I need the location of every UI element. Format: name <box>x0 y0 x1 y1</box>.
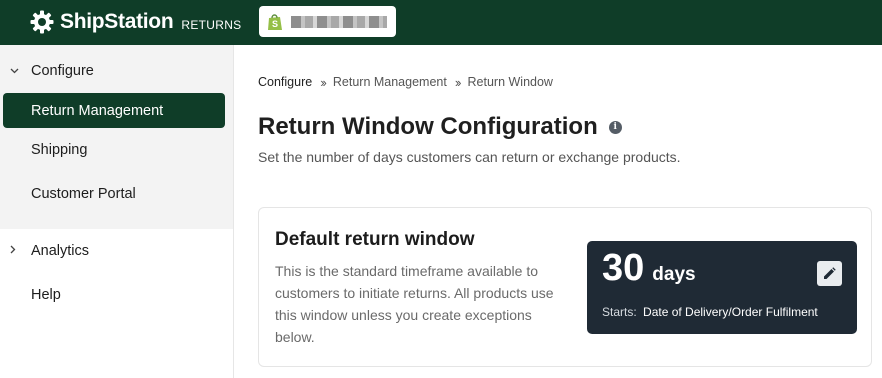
window-starts: Starts: Date of Delivery/Order Fulfilmen… <box>602 305 818 319</box>
shopify-bag-icon: S <box>268 13 282 30</box>
sidebar-item-shipping[interactable]: Shipping <box>0 128 233 172</box>
chevron-right-icon <box>10 245 22 257</box>
sidebar-item-analytics[interactable]: Analytics <box>0 229 233 273</box>
brand-subtitle: RETURNS <box>181 18 242 32</box>
svg-text:S: S <box>272 19 278 29</box>
chevron-down-icon <box>10 65 22 77</box>
store-selector[interactable]: S <box>259 6 396 37</box>
window-days: 30 days <box>602 247 696 290</box>
configure-group: Configure Return Management Shipping Cus… <box>0 45 233 229</box>
sidebar-item-help[interactable]: Help <box>0 273 233 317</box>
page-title-text: Return Window Configuration <box>258 113 598 140</box>
breadcrumb: Configure ›› Return Management ›› Return… <box>258 75 553 90</box>
breadcrumb-configure[interactable]: Configure <box>258 75 312 90</box>
window-days-value: 30 <box>602 247 645 289</box>
info-icon[interactable]: i <box>608 120 622 134</box>
double-chevron-right-icon: ›› <box>454 75 462 90</box>
starts-label: Starts: <box>602 305 637 319</box>
double-chevron-right-icon: ›› <box>320 75 327 90</box>
return-window-summary: 30 days Starts: Date of Delivery/Order F… <box>587 241 857 334</box>
sidebar-item-customer-portal[interactable]: Customer Portal <box>0 172 233 216</box>
starts-value: Date of Delivery/Order Fulfilment <box>643 305 818 319</box>
brand-name: ShipStation <box>60 10 174 33</box>
top-bar: ShipStation RETURNS S <box>0 0 882 45</box>
window-days-unit: days <box>652 264 696 285</box>
brand-logo[interactable]: ShipStation RETURNS <box>30 8 241 36</box>
breadcrumb-return-window: Return Window <box>467 75 553 89</box>
sidebar-item-label: Customer Portal <box>31 186 136 202</box>
card-description: This is the standard timeframe available… <box>275 263 554 345</box>
store-name-redacted <box>291 15 387 28</box>
sidebar-item-label: Help <box>31 287 61 303</box>
sidebar: Configure Return Management Shipping Cus… <box>0 45 234 378</box>
default-return-window-card: Default return window This is the standa… <box>258 207 872 367</box>
pencil-icon <box>824 267 836 279</box>
card-title: Default return window <box>275 229 475 250</box>
sidebar-item-label: Analytics <box>31 243 90 259</box>
sidebar-item-label: Configure <box>31 63 94 79</box>
edit-window-button[interactable] <box>817 261 842 286</box>
gear-logo-icon <box>30 10 54 34</box>
sidebar-item-label: Return Management <box>31 102 164 119</box>
page-subtitle: Set the number of days customers can ret… <box>258 149 681 165</box>
sidebar-item-configure[interactable]: Configure <box>0 49 233 93</box>
sidebar-item-label: Shipping <box>31 142 88 158</box>
breadcrumb-return-management[interactable]: Return Management <box>333 75 447 90</box>
page-title: Return Window Configuration i <box>258 113 622 141</box>
sidebar-item-return-management[interactable]: Return Management <box>3 93 225 128</box>
